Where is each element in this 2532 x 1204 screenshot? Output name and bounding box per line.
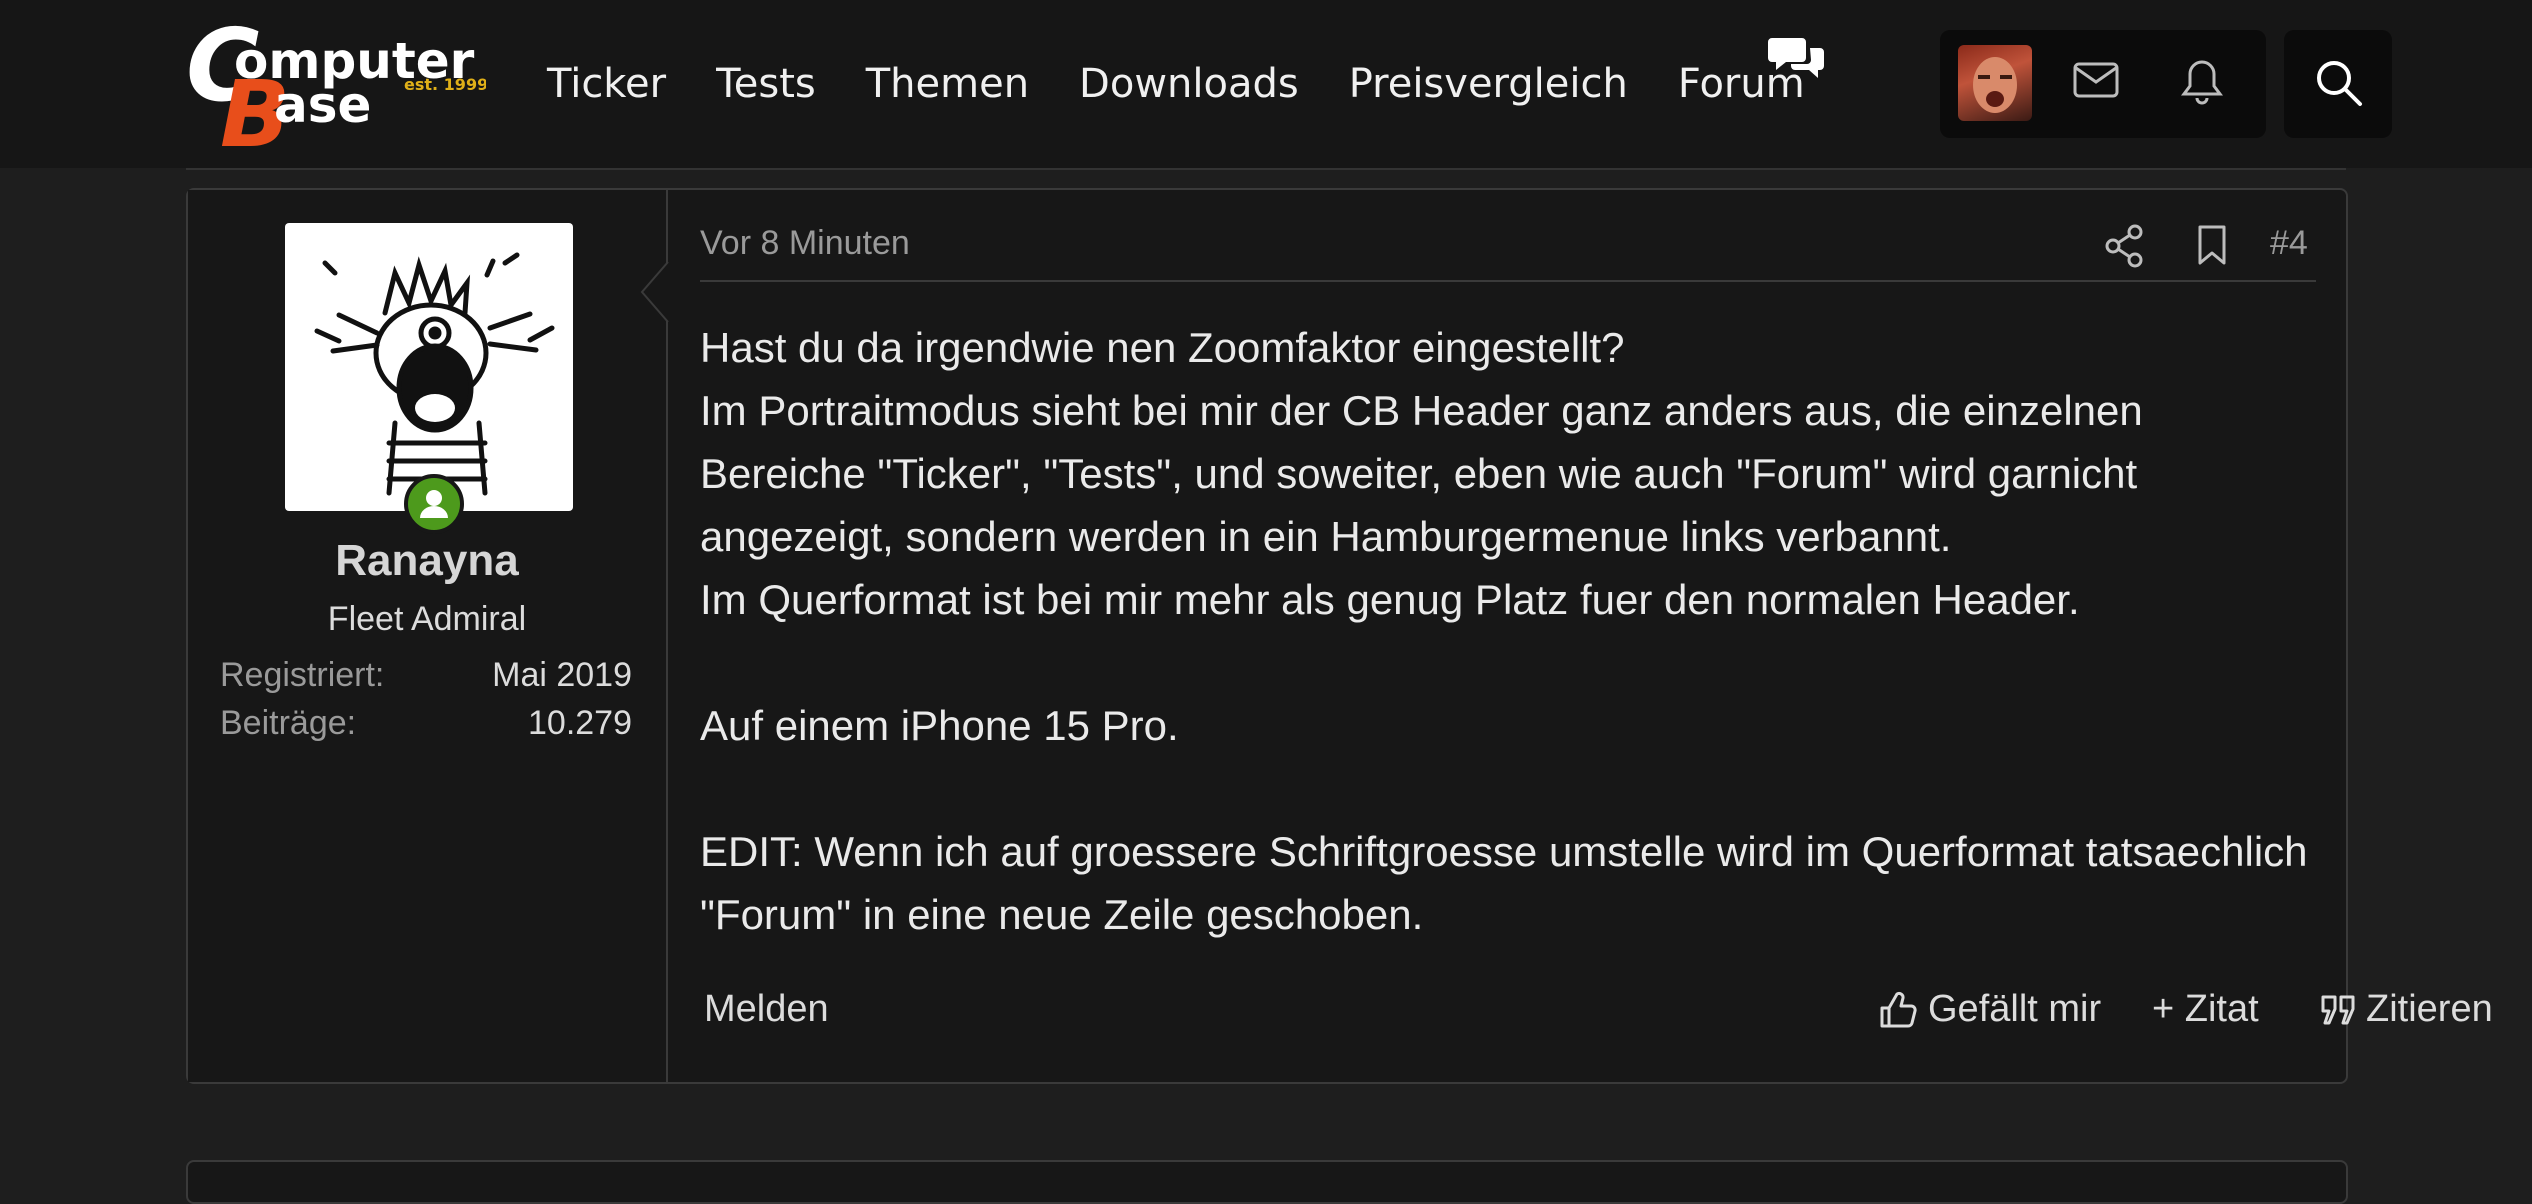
logo-tagline: est. 1999 <box>404 75 486 94</box>
post-actions: Melden Gefällt mir + Zitat Zitieren <box>700 988 2493 1044</box>
like-label: Gefällt mir <box>1928 988 2102 1030</box>
report-button[interactable]: Melden <box>704 988 829 1031</box>
post-content: Vor 8 Minuten #4 Hast du da irgendwie ne… <box>700 190 2493 1082</box>
post-time[interactable]: Vor 8 Minuten <box>700 224 910 263</box>
post-header: Vor 8 Minuten #4 <box>700 224 2316 282</box>
registered-value: Mai 2019 <box>492 656 632 694</box>
forum-post: Ranayna Fleet Admiral Registriert: Mai 2… <box>186 188 2493 1084</box>
posts-value: 10.279 <box>528 704 632 742</box>
posts-label: Beiträge: <box>220 704 357 742</box>
nav-themen[interactable]: Themen <box>866 56 1029 112</box>
nav-tests[interactable]: Tests <box>716 56 816 112</box>
thumbs-up-icon <box>1880 991 1917 1027</box>
main-nav: Ticker Tests Themen Downloads Preisvergl… <box>547 56 1855 112</box>
quote-button[interactable]: Zitieren <box>2320 988 2493 1031</box>
like-button[interactable]: Gefällt mir <box>1878 988 2101 1031</box>
post-author-panel: Ranayna Fleet Admiral Registriert: Mai 2… <box>188 190 668 1082</box>
logo-line2: ase <box>274 76 371 134</box>
author-name[interactable]: Ranayna <box>188 536 666 586</box>
stat-registered: Registriert: Mai 2019 <box>220 656 632 695</box>
site-header: C omputer B ase est. 1999 Ticker Tests T… <box>0 0 2532 168</box>
body-paragraph: EDIT: Wenn ich auf groessere Schriftgroe… <box>700 828 2308 938</box>
search-icon <box>2314 58 2364 113</box>
next-post <box>186 1160 2348 1204</box>
add-quote-button[interactable]: + Zitat <box>2152 988 2259 1031</box>
post-number[interactable]: #4 <box>2270 224 2308 263</box>
nav-downloads[interactable]: Downloads <box>1079 56 1299 112</box>
quote-label: Zitieren <box>2366 988 2493 1030</box>
search-button[interactable] <box>2284 30 2392 138</box>
bell-icon[interactable] <box>2180 58 2224 111</box>
quote-icon <box>2321 995 2355 1024</box>
nav-ticker[interactable]: Ticker <box>547 56 666 112</box>
body-paragraph: Im Querformat ist bei mir mehr als genug… <box>700 576 2080 623</box>
avatar[interactable] <box>1958 45 2032 121</box>
chat-bubbles-icon[interactable] <box>1768 34 1828 89</box>
body-paragraph: Hast du da irgendwie nen Zoomfaktor eing… <box>700 324 1625 371</box>
body-paragraph: Im Portraitmodus sieht bei mir der CB He… <box>700 387 2143 560</box>
author-rank: Fleet Admiral <box>327 600 527 638</box>
post-body: Hast du da irgendwie nen Zoomfaktor eing… <box>700 316 2320 946</box>
computerbase-logo[interactable]: C omputer B ase est. 1999 <box>186 18 486 153</box>
author-avatar[interactable] <box>285 223 573 511</box>
stat-posts: Beiträge: 10.279 <box>220 704 632 743</box>
share-icon[interactable] <box>2105 224 2145 273</box>
online-status-icon <box>404 474 464 534</box>
mail-icon[interactable] <box>2072 60 2120 105</box>
bookmark-icon[interactable] <box>2196 224 2228 271</box>
header-divider <box>186 168 2346 170</box>
user-menu <box>1940 30 2266 138</box>
body-paragraph: Auf einem iPhone 15 Pro. <box>700 702 1179 749</box>
registered-label: Registriert: <box>220 656 385 694</box>
nav-preisvergleich[interactable]: Preisvergleich <box>1349 56 1628 112</box>
